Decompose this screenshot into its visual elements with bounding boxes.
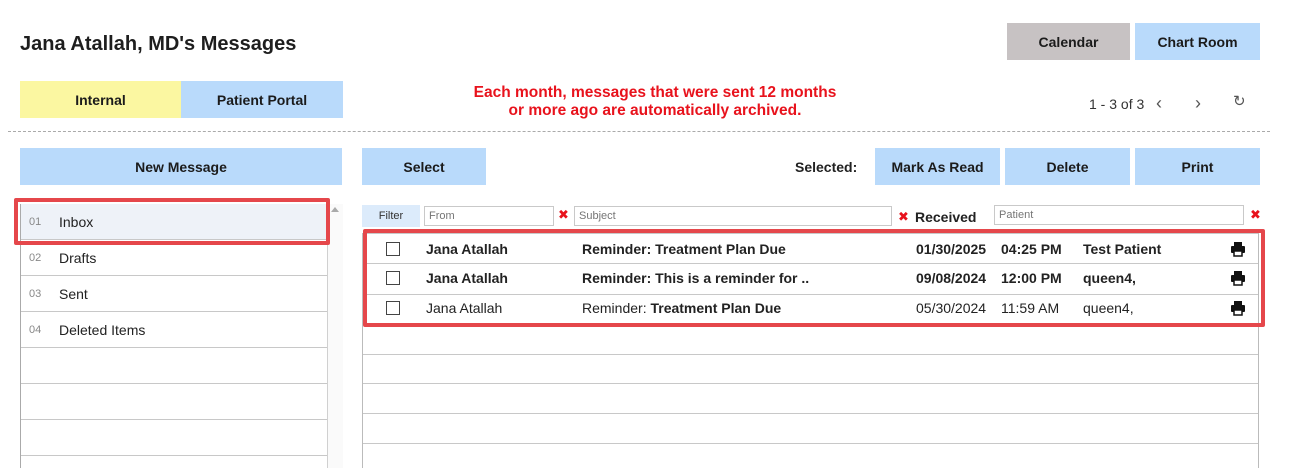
message-list: Jana Atallah Reminder: Treatment Plan Du… — [362, 233, 1259, 468]
folder-empty-row — [21, 384, 343, 420]
folder-label: Deleted Items — [59, 321, 146, 338]
received-sort-label[interactable]: Received — [915, 209, 976, 225]
archive-notice-line2: or more ago are automatically archived. — [508, 102, 802, 119]
message-subject: Reminder: Treatment Plan Due — [582, 241, 786, 257]
row-divider — [363, 383, 1258, 384]
folder-number: 03 — [29, 287, 42, 300]
folder-number: 01 — [29, 215, 42, 228]
clear-patient-filter-icon[interactable]: ✖ — [1250, 207, 1261, 223]
mark-as-read-button[interactable]: Mark As Read — [875, 148, 1000, 185]
message-date: 05/30/2024 — [916, 300, 987, 316]
message-time: 04:25 PM — [1001, 241, 1062, 257]
select-button[interactable]: Select — [362, 148, 486, 185]
folder-list: 01 Inbox 02 Drafts 03 Sent 04 Deleted It… — [20, 204, 343, 468]
folder-label: Inbox — [59, 213, 94, 230]
folder-sent[interactable]: 03 Sent — [21, 276, 343, 312]
folder-drafts[interactable]: 02 Drafts — [21, 240, 343, 276]
message-time: 12:00 PM — [1001, 270, 1062, 286]
tab-patient-portal[interactable]: Patient Portal — [181, 81, 343, 118]
new-message-button[interactable]: New Message — [20, 148, 342, 185]
calendar-button[interactable]: Calendar — [1007, 23, 1130, 60]
folder-deleted-items[interactable]: 04 Deleted Items — [21, 312, 343, 348]
delete-button[interactable]: Delete — [1005, 148, 1130, 185]
message-subject-prefix: Reminder: — [582, 300, 651, 316]
folder-number: 04 — [29, 323, 42, 336]
message-from: Jana Atallah — [426, 270, 508, 286]
folder-scrollbar[interactable] — [327, 204, 343, 468]
scroll-up-arrow-icon[interactable] — [331, 207, 339, 212]
message-checkbox[interactable] — [386, 271, 400, 285]
message-checkbox[interactable] — [386, 301, 400, 315]
message-subject-text: Treatment Plan Due — [650, 300, 782, 316]
message-checkbox[interactable] — [386, 242, 400, 256]
subject-filter-input[interactable] — [574, 206, 892, 226]
refresh-icon[interactable]: ↻ — [1233, 92, 1246, 110]
chevron-right-icon[interactable]: › — [1195, 93, 1201, 114]
message-from: Jana Atallah — [426, 300, 503, 316]
message-row[interactable]: Jana Atallah Reminder: This is a reminde… — [363, 266, 1258, 290]
folder-label: Sent — [59, 285, 88, 302]
message-subject: Reminder: Treatment Plan Due — [582, 300, 781, 316]
row-divider — [363, 323, 1258, 324]
pager-range: 1 - 3 of 3 — [1089, 96, 1145, 112]
message-date: 01/30/2025 — [916, 241, 987, 257]
folder-label: Drafts — [59, 249, 97, 266]
divider — [8, 131, 1270, 132]
printer-icon[interactable] — [1230, 300, 1246, 316]
message-from: Jana Atallah — [426, 241, 508, 257]
print-button[interactable]: Print — [1135, 148, 1260, 185]
tab-internal[interactable]: Internal — [20, 81, 181, 118]
row-divider — [363, 413, 1258, 414]
message-patient: queen4, — [1083, 300, 1134, 316]
message-patient: Test Patient — [1083, 241, 1162, 257]
chevron-left-icon[interactable]: ‹ — [1156, 93, 1162, 114]
message-patient: queen4, — [1083, 270, 1136, 286]
message-row[interactable]: Jana Atallah Reminder: Treatment Plan Du… — [363, 296, 1258, 320]
row-divider — [363, 443, 1258, 444]
row-divider — [363, 263, 1258, 264]
patient-filter-input[interactable] — [994, 205, 1244, 225]
folder-empty-row — [21, 348, 343, 384]
clear-from-filter-icon[interactable]: ✖ — [558, 207, 569, 223]
archive-notice-line1: Each month, messages that were sent 12 m… — [473, 84, 837, 101]
message-subject: Reminder: This is a reminder for .. — [582, 270, 810, 286]
folder-number: 02 — [29, 251, 42, 264]
printer-icon[interactable] — [1230, 270, 1246, 286]
page-title: Jana Atallah, MD's Messages — [20, 33, 297, 55]
message-date: 09/08/2024 — [916, 270, 987, 286]
row-divider — [363, 294, 1258, 295]
selected-label: Selected: — [795, 159, 858, 175]
message-row[interactable]: Jana Atallah Reminder: Treatment Plan Du… — [363, 237, 1258, 261]
row-divider — [363, 233, 1258, 234]
row-divider — [363, 354, 1258, 355]
folder-inbox[interactable]: 01 Inbox — [21, 204, 343, 240]
folder-empty-row — [21, 420, 343, 456]
archive-notice: Each month, messages that were sent 12 m… — [395, 84, 915, 120]
from-filter-input[interactable] — [424, 206, 554, 226]
chart-room-button[interactable]: Chart Room — [1135, 23, 1260, 60]
printer-icon[interactable] — [1230, 241, 1246, 257]
clear-subject-filter-icon[interactable]: ✖ — [898, 209, 909, 225]
message-time: 11:59 AM — [1001, 300, 1060, 316]
filter-label: Filter — [362, 205, 420, 227]
